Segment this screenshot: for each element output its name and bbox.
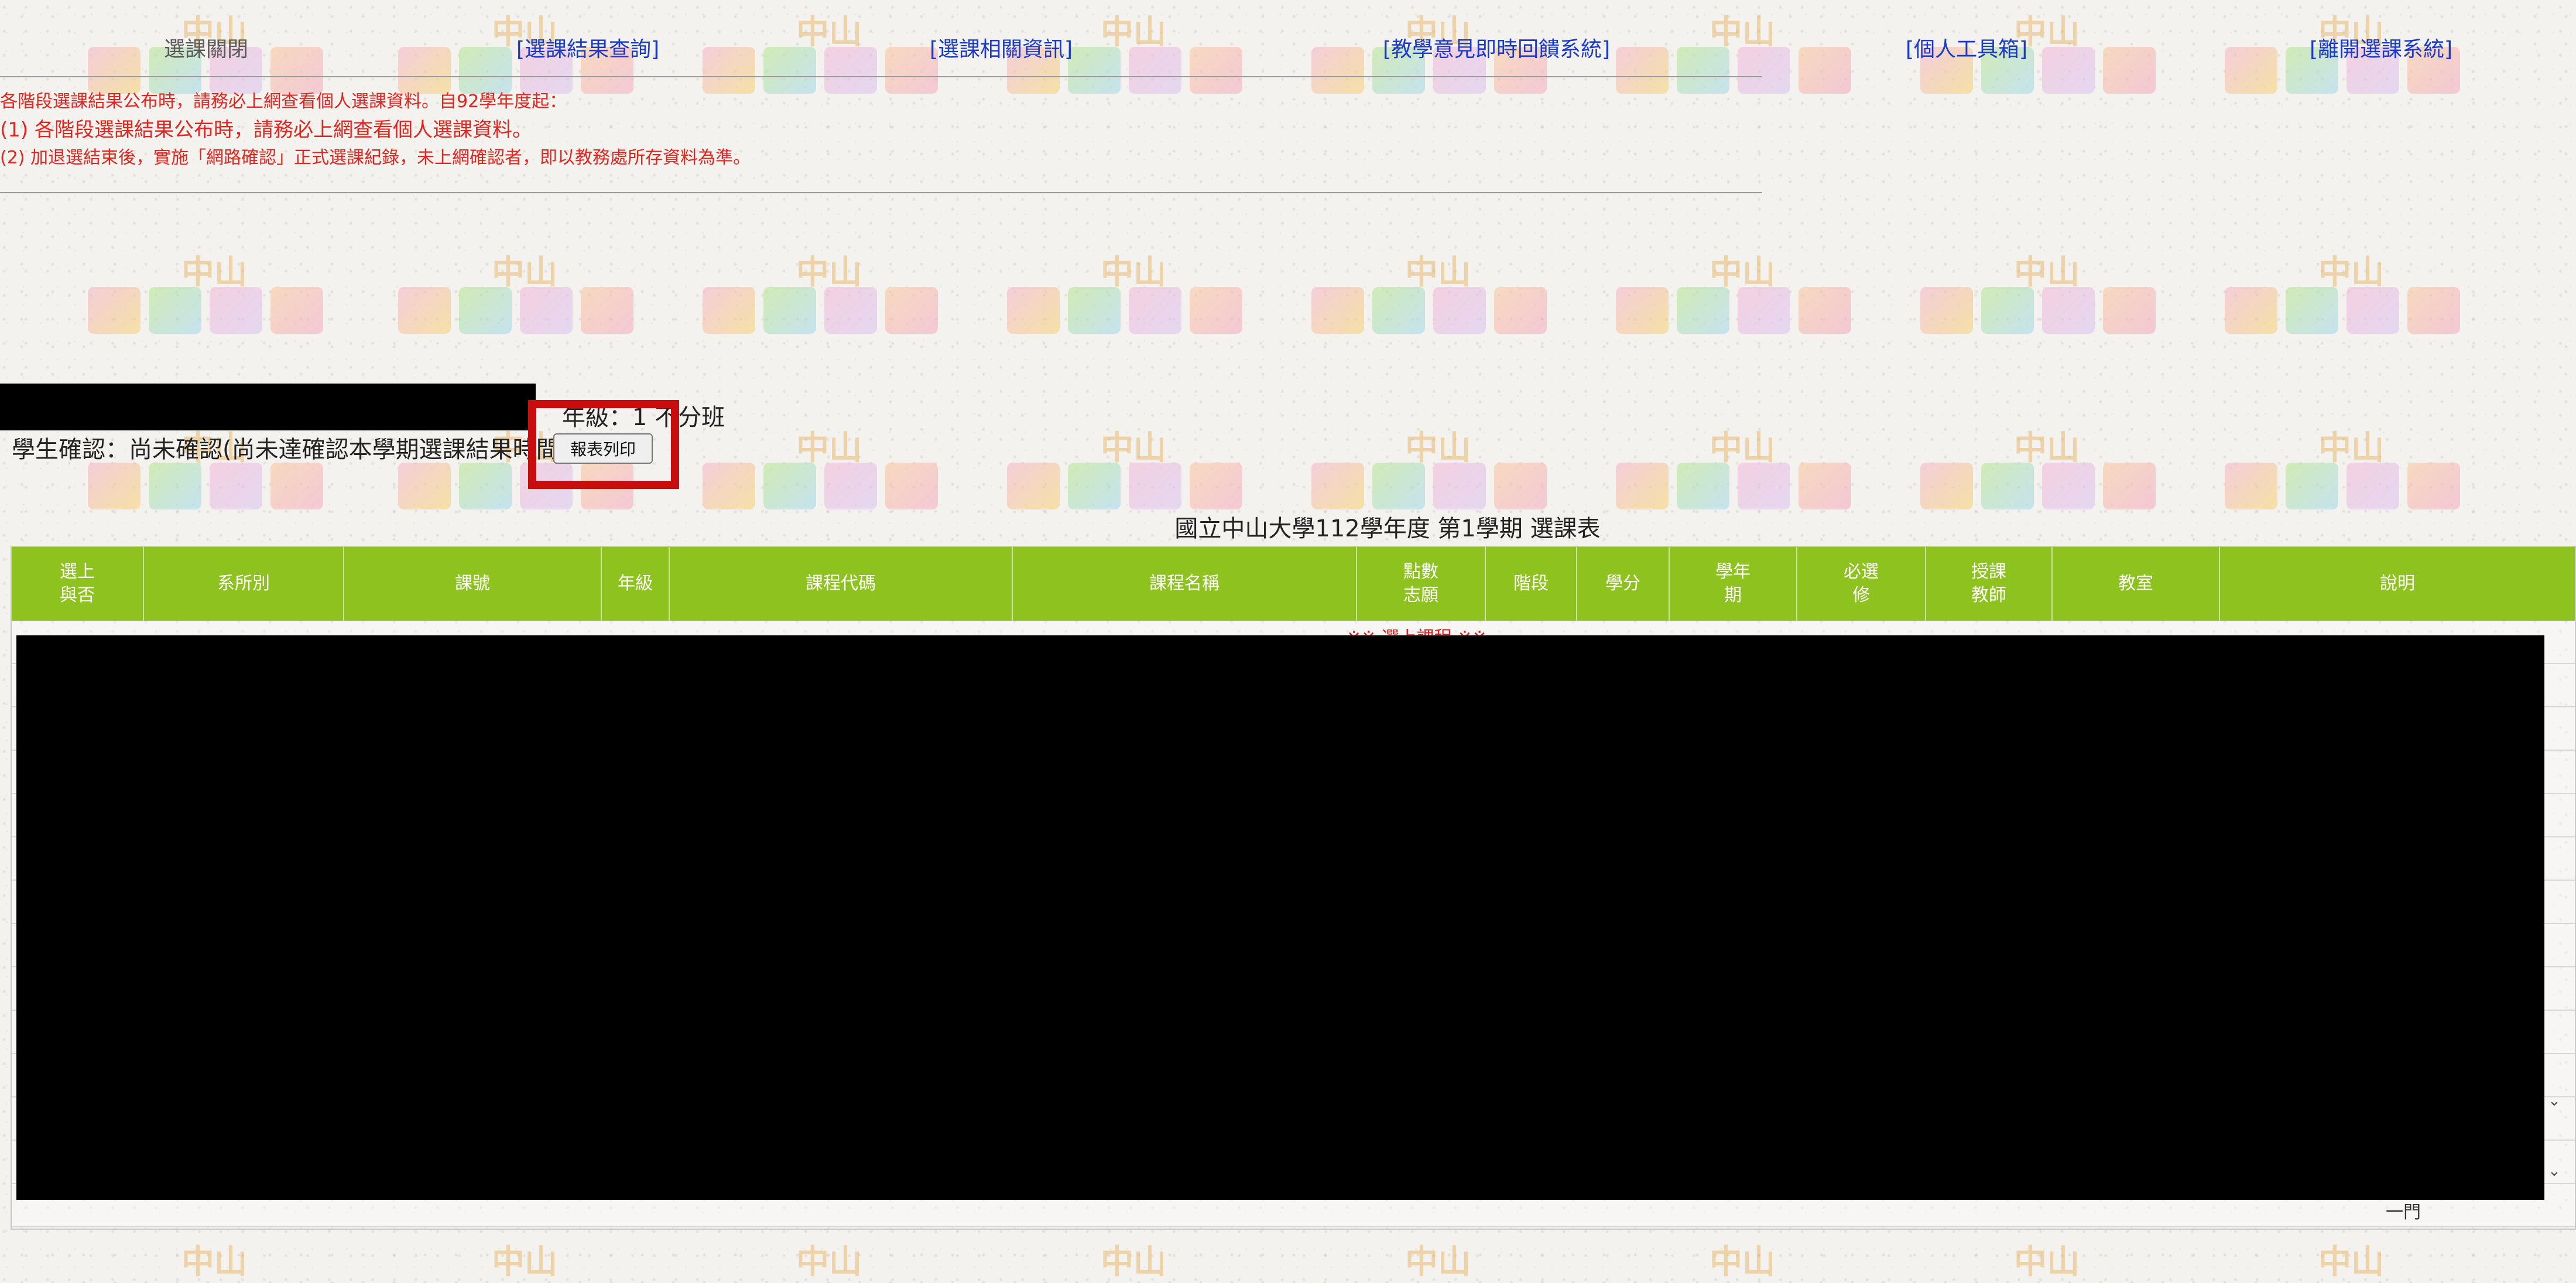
watermark-logo: 中山 [2014,1243,2080,1281]
nav-personal-toolbox[interactable]: [個人工具箱] [1906,32,2027,63]
column-header: 選上 與否 [12,547,144,621]
watermark-logo: 中山 [181,1243,247,1281]
divider [0,192,1762,193]
watermark-logo: 中山 [2172,246,2476,351]
schedule-title: 國立中山大學112學年度 第1學期 選課表 [1174,515,1601,542]
redacted-course-rows [16,635,2544,1200]
nav-teaching-feedback[interactable]: [教學意見即時回饋系統] [1383,32,1610,63]
nav-course-selection-closed: 選課關閉 [164,37,249,61]
column-header: 階段 [1486,547,1577,621]
column-header: 學分 [1577,547,1670,621]
column-header: 課程名稱 [1013,547,1357,621]
column-header: 授課 教師 [1926,547,2053,621]
column-header: 點數 志願 [1357,547,1486,621]
column-header: 課程代碼 [670,547,1013,621]
nav-exit-system[interactable]: [離開選課系統] [2310,32,2452,63]
nav-selection-results[interactable]: [選課結果查詢] [516,32,659,63]
divider [0,76,1762,77]
watermark-logo: 中山 [1868,246,2172,351]
watermark-logo: 中山 [1101,1243,1166,1281]
column-header: 課號 [344,547,602,621]
nav-selection-info[interactable]: [選課相關資訊] [930,32,1073,63]
notice-block: 各階段選課結果公布時，請務必上網查看個人選課資料。自92學年度起： (1) 各階… [0,88,1762,172]
watermark-logo: 中山 [492,1243,557,1281]
highlight-box [528,400,679,489]
course-total: 一門 [2386,1202,2421,1223]
watermark-logo: 中山 [796,1243,862,1281]
column-header: 必選 修 [1797,547,1926,621]
watermark-logo: 中山 [35,246,340,351]
redacted-student-info [0,384,536,430]
notice-line: (2) 加退選結束後，實施「網路確認」正式選課紀錄，未上網確認者，即以教務處所存… [0,148,751,168]
watermark-logo: 中山 [2318,1243,2384,1281]
chevron-down-icon: ⌄ [2548,1162,2561,1180]
watermark-logo: 中山 [1259,246,1563,351]
column-header: 教室 [2053,547,2220,621]
column-header: 系所別 [144,547,344,621]
watermark-logo: 中山 [345,246,650,351]
chevron-down-icon: ⌄ [2548,1092,2561,1110]
table-header-row: 選上 與否 系所別 課號 年級 課程代碼 課程名稱 點數 志願 階段 學分 學年… [12,547,2575,621]
notice-line: 各階段選課結果公布時，請務必上網查看個人選課資料。自92學年度起： [0,91,567,112]
watermark-logo: 中山 [954,246,1259,351]
watermark-logo: 中山 [1405,1243,1471,1281]
column-header: 說明 [2380,573,2415,594]
top-nav: 選課關閉 [選課結果查詢] [選課相關資訊] [教學意見即時回饋系統] [個人工… [0,32,2576,67]
column-header: 學年 期 [1670,547,1797,621]
notice-line: (1) 各階段選課結果公布時，請務必上網查看個人選課資料。 [0,118,532,142]
student-confirm-status: 學生確認：尚未確認(尚未達確認本學期選課結果時間) [12,436,569,463]
column-header: 年級 [602,547,670,621]
watermark-logo: 中山 [650,246,954,351]
watermark-logo: 中山 [1710,1243,1775,1281]
watermark-logo: 中山 [1563,246,1868,351]
